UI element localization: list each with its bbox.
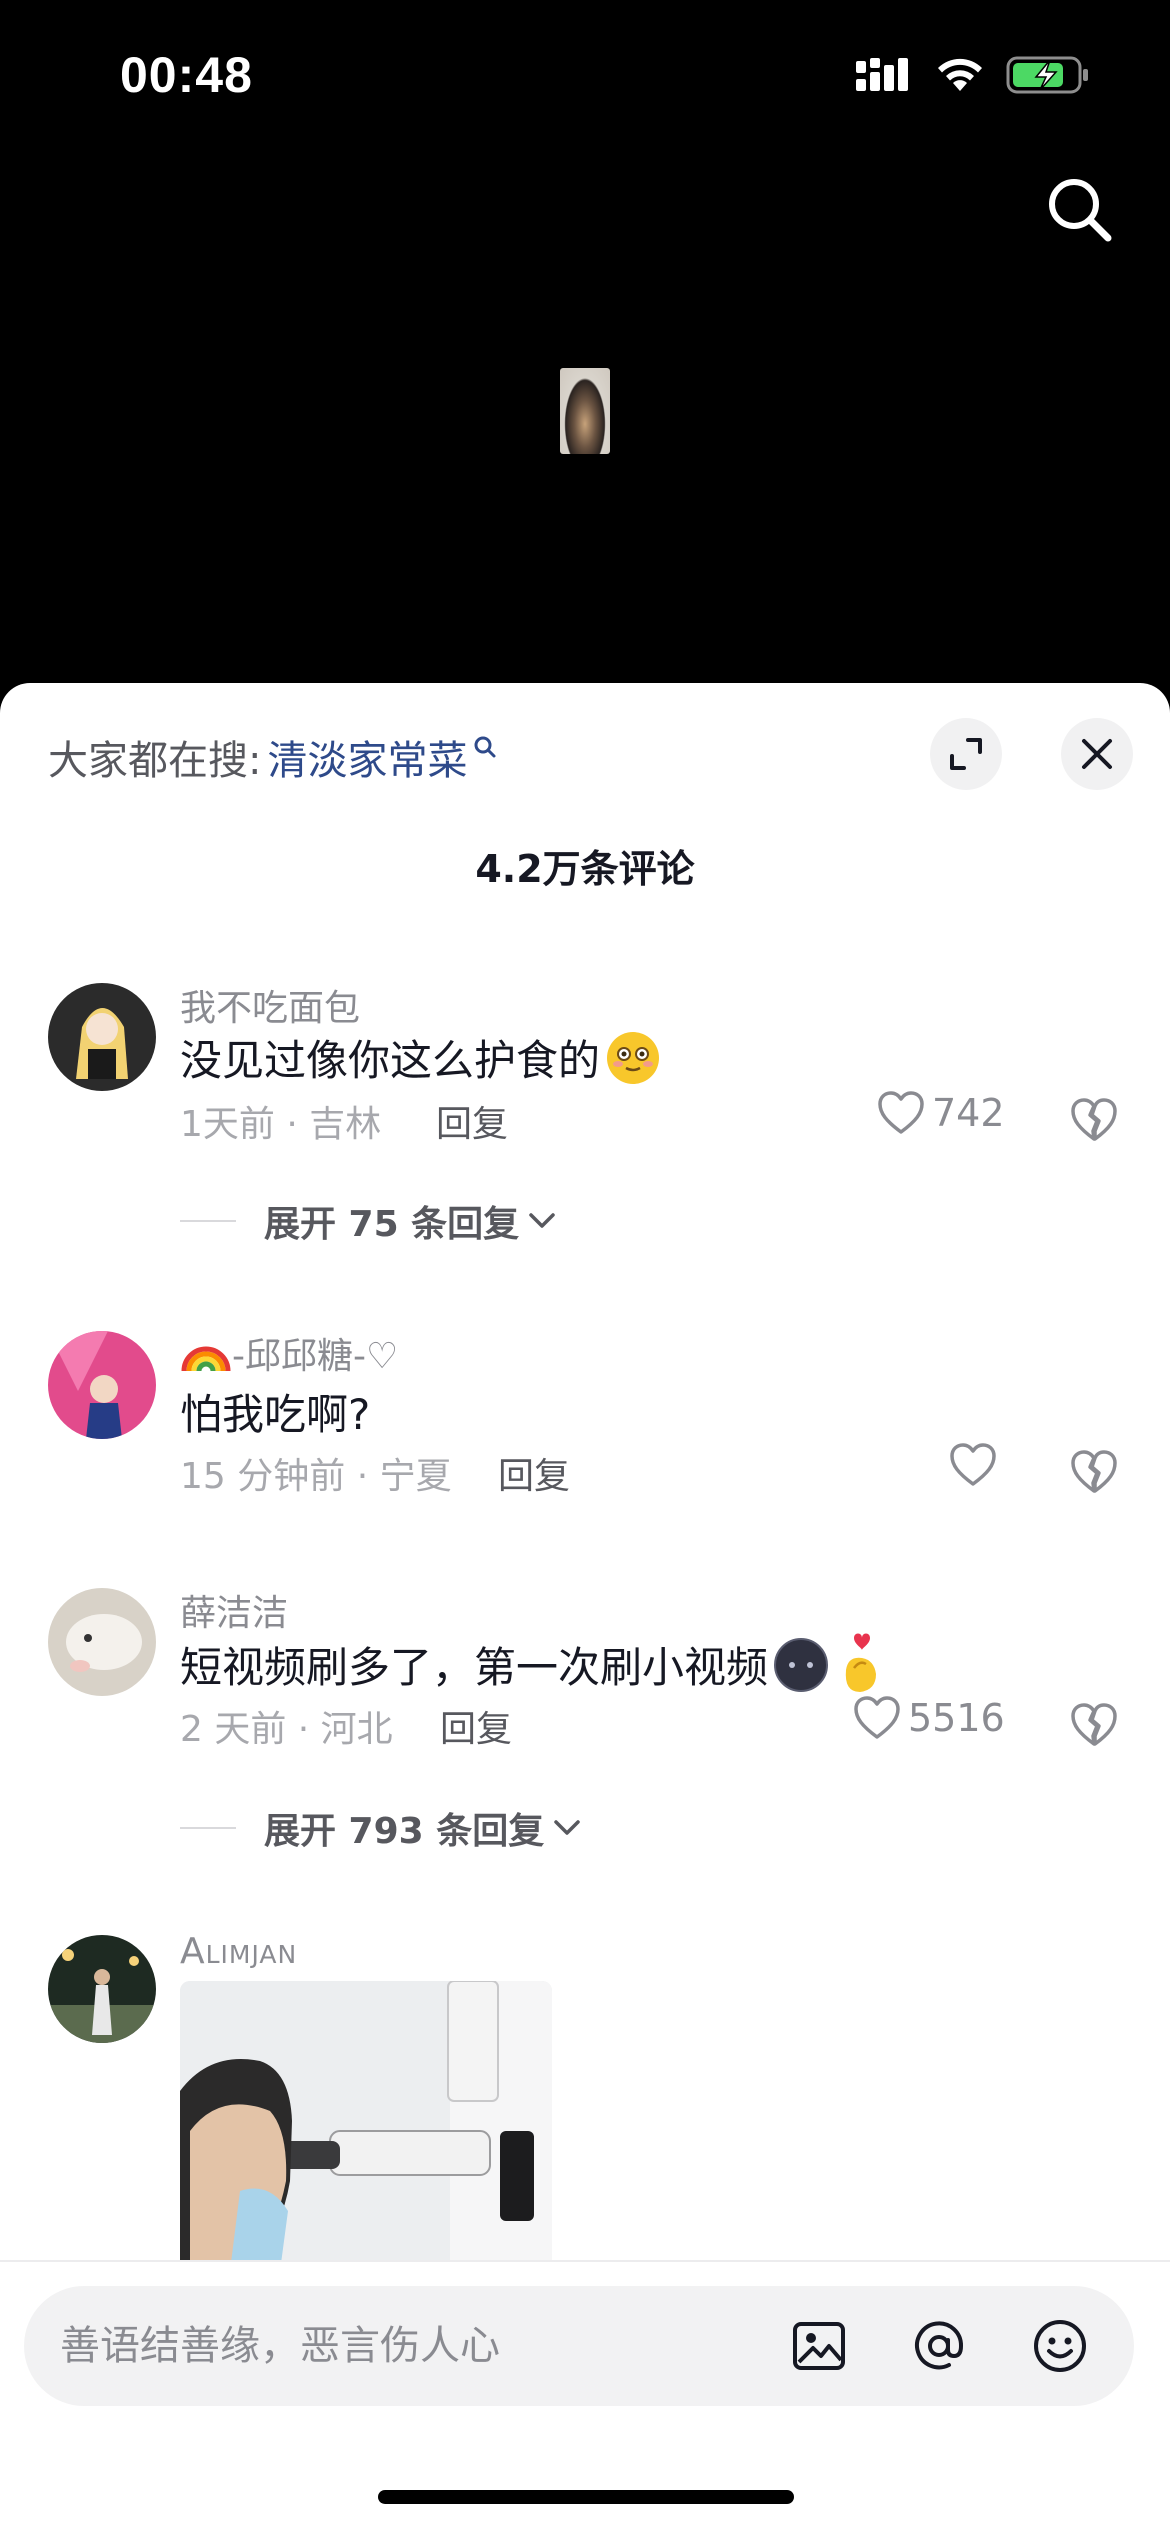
reply-button[interactable]: 回复: [440, 1700, 512, 1752]
search-icon: [1049, 179, 1112, 242]
comment-text: 没见过像你这么护食的: [180, 1027, 662, 1088]
like-count: 742: [932, 1091, 1005, 1135]
comment-author-name: -邱邱糖-♡: [232, 1336, 399, 1377]
cellular-signal-icon: [856, 58, 908, 91]
close-button[interactable]: [1061, 718, 1133, 790]
battery-charging-icon: [1006, 56, 1088, 94]
like-button[interactable]: 742: [876, 1089, 1005, 1137]
divider-line: [180, 1827, 236, 1829]
emoji-icon[interactable]: [1030, 2316, 1090, 2376]
shy-smile-emoji-icon: [607, 1031, 660, 1084]
expand-replies-button[interactable]: 展开 793 条回复: [180, 1802, 582, 1854]
avatar[interactable]: [48, 1331, 156, 1439]
comment-text-content: 短视频刷多了，第一次刷小视频: [180, 1642, 769, 1692]
status-bar: 00:48: [0, 0, 1170, 150]
broken-heart-icon[interactable]: [1068, 1698, 1120, 1750]
broken-heart-icon[interactable]: [1068, 1445, 1120, 1497]
comment-author[interactable]: 我不吃面包: [180, 979, 360, 1031]
mini-search-icon: [474, 736, 496, 758]
comment-input-pill[interactable]: [24, 2286, 1134, 2406]
divider-line: [180, 1220, 236, 1222]
comment-meta: 15 分钟前 · 宁夏: [180, 1456, 452, 1497]
expand-replies-label: 展开 793 条回复: [264, 1811, 545, 1852]
comment-item: -邱邱糖-♡ 怕我吃啊? 15 分钟前 · 宁夏 回复: [0, 1331, 1170, 1531]
wifi-icon: [938, 58, 982, 91]
expand-button[interactable]: [930, 718, 1002, 790]
avatar[interactable]: [48, 1588, 156, 1696]
hot-search-keyword[interactable]: 清淡家常菜: [267, 728, 467, 786]
heart-icon: [854, 1696, 900, 1739]
comment-text: 短视频刷多了，第一次刷小视频: [180, 1632, 890, 1696]
comment-input-bar: [0, 2260, 1170, 2532]
avatar[interactable]: [48, 983, 156, 1091]
comment-author[interactable]: -邱邱糖-♡: [180, 1327, 398, 1379]
reply-button[interactable]: 回复: [436, 1095, 508, 1147]
hot-search-prefix: 大家都在搜:: [48, 738, 262, 784]
home-indicator[interactable]: [378, 2490, 794, 2504]
comment-text-content: 没见过像你这么护食的: [180, 1036, 601, 1085]
search-button[interactable]: [1040, 170, 1120, 250]
rainbow-emoji-icon: [181, 1346, 231, 1372]
chevron-down-icon: [554, 1820, 580, 1835]
comment-item: Alimjan: [0, 1931, 1170, 2295]
finger-heart-emoji-icon: [845, 1633, 877, 1692]
reply-button[interactable]: 回复: [498, 1447, 570, 1499]
comment-meta: 1天前 · 吉林: [180, 1104, 382, 1145]
status-icons: [854, 54, 1090, 96]
like-button[interactable]: [948, 1441, 1004, 1489]
comments-sheet: 大家都在搜: 清淡家常菜 4.2万条评论 我不吃面包 没见过像你这么护食的 1天…: [0, 683, 1170, 2532]
comment-author[interactable]: Alimjan: [180, 1931, 297, 1972]
like-count: 5516: [908, 1696, 1005, 1740]
chevron-down-icon: [529, 1213, 555, 1228]
hot-search-bar[interactable]: 大家都在搜: 清淡家常菜: [48, 728, 497, 786]
comment-text: 怕我吃啊?: [180, 1390, 371, 1439]
heart-icon: [950, 1443, 996, 1486]
image-icon[interactable]: [789, 2316, 849, 2376]
close-icon: [1082, 739, 1112, 769]
expand-icon: [950, 738, 982, 770]
broken-heart-icon[interactable]: [1068, 1093, 1120, 1145]
dark-face-emoji-icon: [774, 1638, 829, 1692]
expand-replies-button[interactable]: 展开 75 条回复: [180, 1195, 557, 1247]
comment-meta: 2 天前 · 河北: [180, 1709, 393, 1750]
comment-count: 4.2万条评论: [475, 847, 695, 891]
at-icon[interactable]: [909, 2316, 969, 2376]
status-time: 00:48: [120, 47, 253, 103]
avatar[interactable]: [48, 1935, 156, 2043]
heart-icon: [878, 1091, 924, 1134]
comment-image[interactable]: [180, 1981, 552, 2271]
video-thumbnail[interactable]: [560, 368, 610, 454]
expand-replies-label: 展开 75 条回复: [264, 1204, 520, 1245]
comment-author[interactable]: 薛洁洁: [180, 1584, 288, 1636]
like-button[interactable]: 5516: [852, 1694, 1005, 1742]
comment-item: 薛洁洁 短视频刷多了，第一次刷小视频 2 天前 · 河北 回复 5516 展开 …: [0, 1588, 1170, 1908]
comment-input[interactable]: [60, 2286, 760, 2406]
comment-item: 我不吃面包 没见过像你这么护食的 1天前 · 吉林 回复 742 展开 75 条…: [0, 983, 1170, 1303]
